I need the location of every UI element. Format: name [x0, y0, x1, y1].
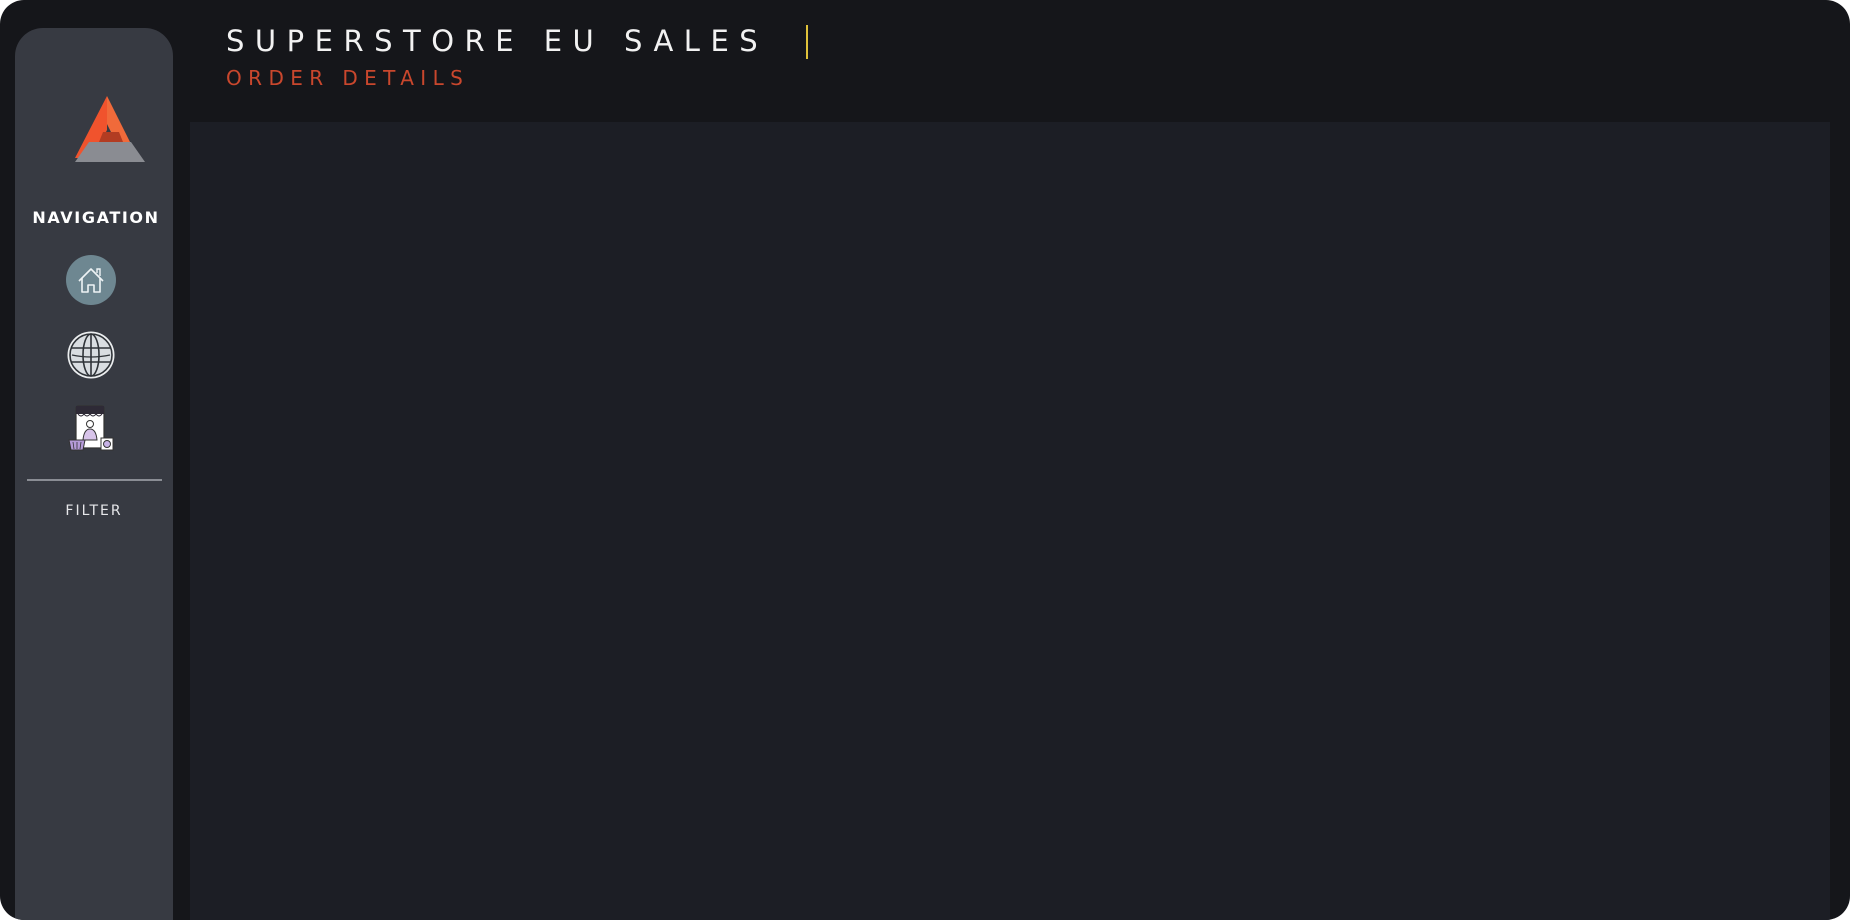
store-shopping-icon [68, 405, 114, 451]
page-title: SUPERSTORE EU SALES [226, 24, 769, 58]
brand-logo [75, 96, 145, 162]
nav-home-button[interactable] [66, 255, 116, 305]
globe-icon [67, 331, 115, 379]
nav-map-button[interactable] [66, 330, 116, 380]
sidebar-divider [27, 479, 162, 481]
title-accent-bar [806, 25, 808, 59]
app-window: NAVIGATION FILTER SUPERSTORE EU SALES OR… [0, 0, 1850, 920]
home-icon [78, 268, 104, 293]
main-content-panel [190, 122, 1830, 920]
filter-label[interactable]: FILTER [15, 503, 173, 519]
navigation-heading: NAVIGATION [32, 208, 160, 227]
sidebar: NAVIGATION FILTER [15, 28, 173, 920]
nav-orders-button[interactable] [66, 404, 116, 454]
page-subtitle: ORDER DETAILS [226, 66, 470, 90]
